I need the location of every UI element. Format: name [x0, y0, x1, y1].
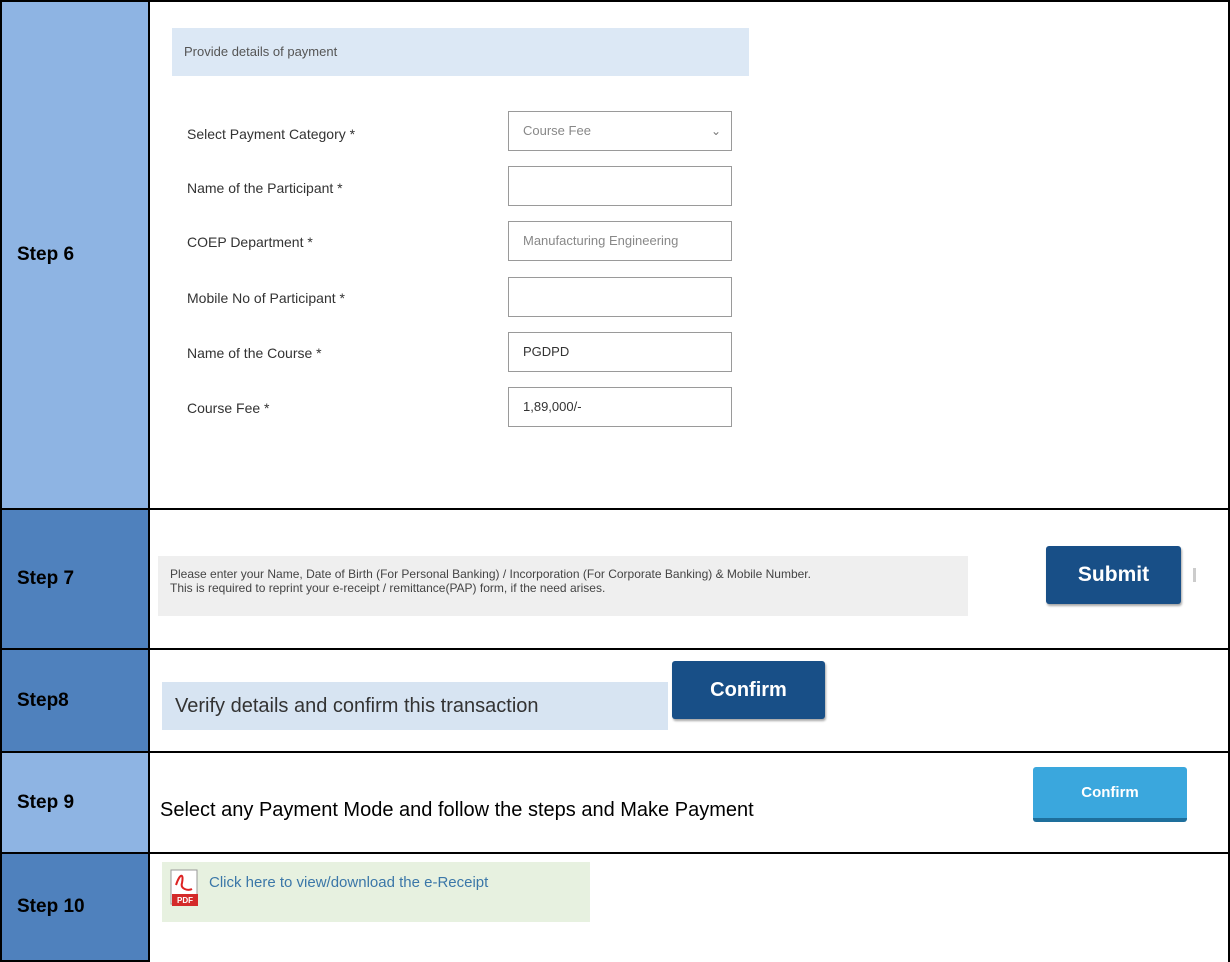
pdf-icon: PDF [170, 869, 198, 906]
submit-button[interactable]: Submit [1046, 546, 1181, 604]
step8-label: Step8 [0, 650, 150, 753]
e-receipt-link[interactable]: Click here to view/download the e-Receip… [209, 874, 488, 891]
step6-content: Provide details of payment Select Paymen… [150, 0, 1230, 510]
step10-row: Step 10 PDF Click here to view/download … [0, 854, 1230, 962]
payment-form-header: Provide details of payment [172, 28, 749, 76]
verify-notice: Verify details and confirm this transact… [162, 682, 668, 730]
step7-label: Step 7 [0, 510, 150, 650]
step9-label: Step 9 [0, 753, 150, 854]
department-input[interactable]: Manufacturing Engineering [508, 221, 732, 261]
payment-mode-instruction: Select any Payment Mode and follow the s… [160, 799, 754, 821]
step10-content: PDF Click here to view/download the e-Re… [150, 854, 1230, 962]
participant-name-label: Name of the Participant * [187, 180, 343, 196]
course-fee-label: Course Fee * [187, 400, 270, 416]
course-name-label: Name of the Course * [187, 345, 322, 361]
payment-category-select[interactable]: Course Fee ⌄ [508, 111, 732, 151]
divider [1193, 568, 1196, 582]
confirm-payment-button[interactable]: Confirm [1033, 767, 1187, 822]
reprint-notice-line1: Please enter your Name, Date of Birth (F… [170, 567, 811, 581]
step6-row: Step 6 Provide details of payment Select… [0, 0, 1230, 510]
e-receipt-link-box[interactable]: PDF Click here to view/download the e-Re… [162, 862, 590, 922]
step7-row: Step 7 Please enter your Name, Date of B… [0, 510, 1230, 650]
step9-row: Step 9 Select any Payment Mode and follo… [0, 753, 1230, 854]
step10-label: Step 10 [0, 854, 150, 962]
participant-name-input[interactable] [508, 166, 732, 206]
step6-label: Step 6 [0, 0, 150, 510]
step9-content: Select any Payment Mode and follow the s… [150, 753, 1230, 854]
confirm-transaction-button[interactable]: Confirm [672, 661, 825, 719]
course-fee-input[interactable]: 1,89,000/- [508, 387, 732, 427]
step7-content: Please enter your Name, Date of Birth (F… [150, 510, 1230, 650]
step8-row: Step8 Verify details and confirm this tr… [0, 650, 1230, 753]
payment-category-label: Select Payment Category * [187, 126, 356, 142]
reprint-notice-line2: This is required to reprint your e-recei… [170, 581, 606, 595]
reprint-notice: Please enter your Name, Date of Birth (F… [158, 556, 968, 616]
course-name-input[interactable]: PGDPD [508, 332, 732, 372]
payment-category-value: Course Fee [523, 123, 591, 138]
mobile-label: Mobile No of Participant * [187, 290, 345, 306]
pdf-icon-text: PDF [177, 896, 193, 905]
chevron-down-icon: ⌄ [710, 124, 721, 138]
step8-content: Verify details and confirm this transact… [150, 650, 1230, 753]
mobile-input[interactable] [508, 277, 732, 317]
department-label: COEP Department * [187, 234, 313, 250]
